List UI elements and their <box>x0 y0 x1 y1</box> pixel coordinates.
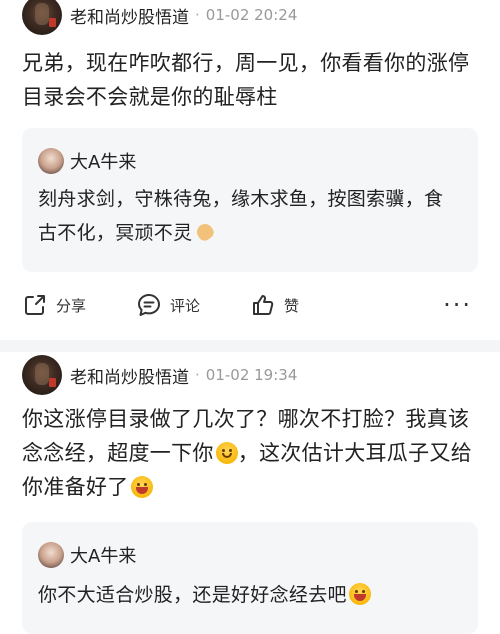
share-label: 分享 <box>56 296 87 315</box>
quoted-user: 大A牛来 <box>38 148 136 174</box>
quoted-username[interactable]: 大A牛来 <box>70 148 136 174</box>
separator-dot: · <box>195 366 200 384</box>
quoted-user-avatar[interactable] <box>38 542 64 568</box>
separator-dot: · <box>195 6 200 24</box>
quoted-text: 刻舟求剑，守株待兔，缘木求鱼，按图索骥，食古不化，冥顽不灵 <box>38 182 462 250</box>
smile-emoji-icon <box>215 442 238 464</box>
post-time: 01-02 19:34 <box>205 366 298 384</box>
comment-label: 评论 <box>170 296 201 315</box>
user-avatar[interactable] <box>22 355 62 395</box>
comment-button[interactable]: 评论 <box>136 292 200 318</box>
like-button[interactable]: 赞 <box>250 292 299 318</box>
quoted-text-content: 你不大适合炒股，还是好好念经去吧 <box>38 584 347 606</box>
post-text: 你这涨停目录做了几次了？哪次不打脸？我真该念念经，超度一下你 ，这次估计大耳瓜子又… <box>22 402 478 504</box>
post-time: 01-02 20:24 <box>205 6 298 24</box>
share-icon <box>25 295 45 315</box>
username[interactable]: 老和尚炒股悟道 <box>70 3 189 28</box>
laugh-emoji-icon <box>348 583 371 605</box>
pray-emoji-icon <box>194 221 216 243</box>
quoted-comment[interactable]: 大A牛来 刻舟求剑，守株待兔，缘木求鱼，按图索骥，食古不化，冥顽不灵 <box>22 128 478 272</box>
laugh-emoji-icon <box>130 476 153 498</box>
quoted-comment[interactable]: 大A牛来 你不大适合炒股，还是好好念经去吧 <box>22 522 478 634</box>
username[interactable]: 老和尚炒股悟道 <box>70 363 189 388</box>
share-button[interactable]: 分享 <box>22 292 86 318</box>
post-divider <box>0 340 500 352</box>
like-label: 赞 <box>284 296 300 315</box>
comment-icon <box>138 294 161 316</box>
more-options-button[interactable]: ··· <box>443 290 472 320</box>
post-header: 老和尚炒股悟道 · 01-02 20:24 <box>22 0 297 36</box>
quoted-text: 你不大适合炒股，还是好好念经去吧 <box>38 578 462 612</box>
thumbs-up-icon <box>253 295 274 315</box>
post-text: 兄弟，现在咋吹都行，周一见，你看看你的涨停目录会不会就是你的耻辱柱 <box>22 51 470 109</box>
post-header: 老和尚炒股悟道 · 01-02 19:34 <box>22 354 297 396</box>
quoted-user-avatar[interactable] <box>38 148 64 174</box>
action-bar: 分享 评论 赞 ··· <box>22 290 478 320</box>
quoted-text-content: 刻舟求剑，守株待兔，缘木求鱼，按图索骥，食古不化，冥顽不灵 <box>38 188 444 244</box>
user-avatar[interactable] <box>22 0 62 35</box>
quoted-user: 大A牛来 <box>38 542 136 568</box>
quoted-username[interactable]: 大A牛来 <box>70 542 136 568</box>
